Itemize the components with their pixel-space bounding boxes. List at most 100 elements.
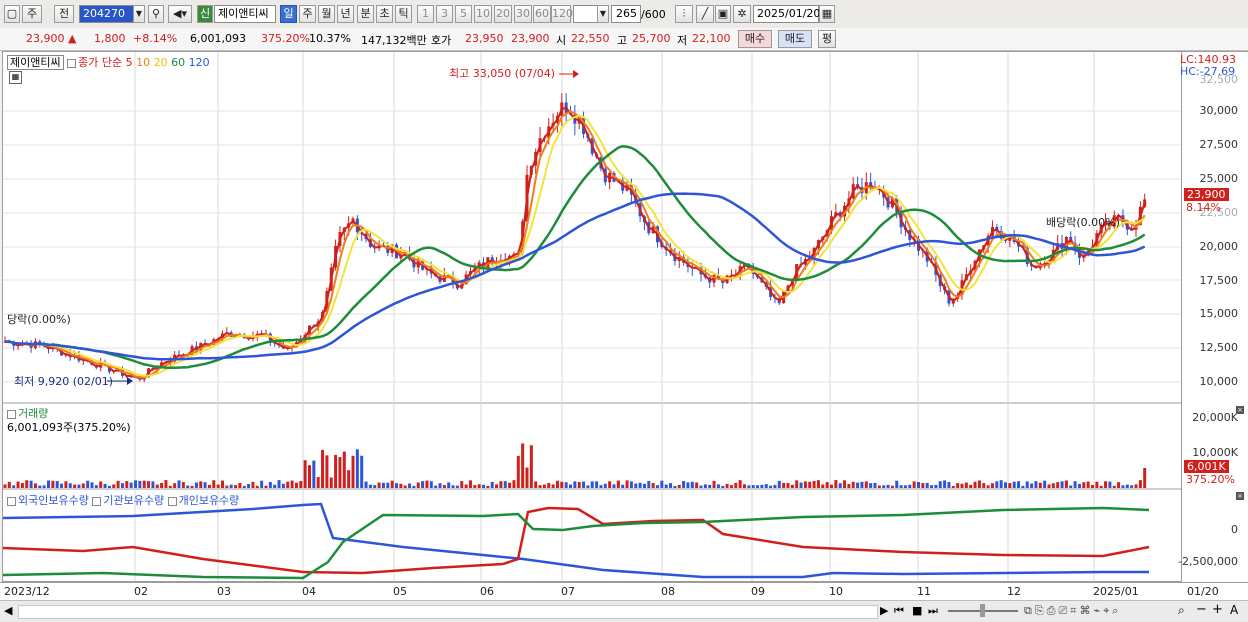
volume-bar <box>16 481 20 488</box>
volume-bar <box>555 480 559 488</box>
interval-1[interactable]: 1 <box>417 5 434 23</box>
count-input[interactable]: 265 <box>611 5 641 23</box>
zoom-out-icon[interactable]: − <box>1196 602 1207 617</box>
legend-foreign: 외국인보유수량 <box>18 494 89 507</box>
prev-button[interactable]: 전 <box>54 5 74 23</box>
tab-day[interactable]: 일 <box>280 5 297 23</box>
volume-bar <box>503 481 507 488</box>
tab-second[interactable]: 초 <box>376 5 393 23</box>
line-icon[interactable]: ╱ <box>696 5 714 23</box>
gear-icon[interactable]: ✲ <box>733 5 751 23</box>
ytick-price: 32,500 <box>1199 73 1239 86</box>
table-icon[interactable]: ▦ <box>9 71 22 84</box>
zoom-icon[interactable]: ⌕ <box>1178 603 1185 618</box>
avg-button[interactable]: 평 <box>818 30 836 48</box>
tab-tick[interactable]: 틱 <box>395 5 412 23</box>
save-icon[interactable]: ▣ <box>715 5 731 23</box>
buy-button[interactable]: 매수 <box>738 30 772 48</box>
volume-bar <box>329 477 333 488</box>
volume-bar <box>1004 482 1007 488</box>
close-icon[interactable]: × <box>1236 406 1244 414</box>
scrollbar-track[interactable] <box>18 605 878 619</box>
volume-bar <box>756 485 760 488</box>
sell-button[interactable]: 매도 <box>778 30 812 48</box>
zoom-in-icon[interactable]: + <box>1212 602 1223 617</box>
xtick: 2023/12 <box>4 585 50 598</box>
volume-bar <box>55 481 59 488</box>
volume-bar <box>921 483 925 488</box>
candle-icon[interactable]: ⫶ <box>675 5 693 23</box>
volume-bar <box>943 480 947 488</box>
xtick: 11 <box>917 585 931 598</box>
current-price: 23,900 <box>26 32 65 45</box>
volume-bar <box>416 482 420 488</box>
volume-bar <box>1091 484 1094 488</box>
price-change: 1,800 <box>94 32 126 45</box>
chart-tools-icons[interactable]: ⧉⎘⎙⎚⌗⌘⌁⌖⌕ <box>1024 604 1121 618</box>
stop-icon[interactable]: ■ <box>912 604 922 617</box>
tab-month[interactable]: 월 <box>318 5 335 23</box>
font-size-icon[interactable]: A <box>1230 603 1238 617</box>
legend-ma10: 10 <box>136 56 151 69</box>
zoom-slider-handle[interactable] <box>980 604 985 617</box>
ytick-price: 27,500 <box>1199 138 1239 151</box>
tab-minute[interactable]: 분 <box>357 5 374 23</box>
rewind-icon[interactable]: ⏮ <box>894 604 904 618</box>
volume-bar <box>194 482 198 488</box>
volume-bar <box>516 455 520 488</box>
volume-bar <box>1064 480 1068 488</box>
fast-forward-icon[interactable]: ⏭ <box>928 604 938 618</box>
volume-bar <box>1030 483 1034 488</box>
interval-3[interactable]: 3 <box>436 5 453 23</box>
volume-bar <box>803 481 807 488</box>
legend-individual: 개인보유수량 <box>178 494 240 507</box>
volume-bar <box>560 481 564 488</box>
volume-bar <box>251 481 255 488</box>
chevron-down-icon[interactable]: ▼ <box>133 5 145 23</box>
close-icon[interactable]: × <box>1236 492 1244 500</box>
chevron-down-icon[interactable]: ▼ <box>597 5 609 23</box>
volume-bar <box>368 484 372 488</box>
volume-bar <box>429 481 433 488</box>
scroll-right-icon[interactable]: ▶ <box>880 604 888 617</box>
interval-10[interactable]: 10 <box>474 5 492 23</box>
volume-bar <box>934 484 938 488</box>
count-max: /600 <box>641 8 666 21</box>
volume-bar <box>608 481 612 488</box>
volume-bar <box>808 481 812 488</box>
chart-area[interactable]: 제이앤티씨 종가 단순 5 10 20 60 120 ▦ 최고 33,050 (… <box>2 51 1182 582</box>
volume-bar <box>616 480 620 488</box>
window-menu-icon[interactable]: ▢ <box>4 5 20 23</box>
volume-bar <box>499 481 503 488</box>
date-input[interactable]: 2025/01/20 <box>753 5 820 23</box>
calendar-icon[interactable]: ▦ <box>819 5 835 23</box>
volume-bar <box>799 482 803 488</box>
speaker-icon[interactable]: ◀▾ <box>168 5 192 23</box>
tab-week[interactable]: 주 <box>299 5 316 23</box>
scroll-left-icon[interactable]: ◀ <box>4 604 12 617</box>
volume-bar <box>856 482 860 488</box>
legend-ma60: 60 <box>171 56 186 69</box>
volume-bar <box>625 480 629 488</box>
legend-square-icon <box>167 496 177 506</box>
interval-60[interactable]: 60 <box>533 5 551 23</box>
new-button[interactable]: 신 <box>197 5 213 23</box>
volume-bar <box>151 481 155 488</box>
volume-bar <box>538 485 542 488</box>
volume-bar <box>573 481 577 488</box>
interval-5[interactable]: 5 <box>455 5 472 23</box>
volume-bar <box>1108 481 1112 488</box>
market-button[interactable]: 주 <box>22 5 42 23</box>
volume-bar <box>725 483 729 488</box>
interval-20[interactable]: 20 <box>494 5 512 23</box>
volume-bar <box>986 485 990 488</box>
volume-bar <box>447 482 451 488</box>
volume-bar <box>690 481 694 488</box>
tab-year[interactable]: 년 <box>337 5 354 23</box>
interval-120[interactable]: 120 <box>551 5 573 23</box>
volume-bar <box>207 484 211 488</box>
legend-stock-name: 제이앤티씨 <box>7 55 64 70</box>
interval-30[interactable]: 30 <box>514 5 532 23</box>
search-icon[interactable]: ⚲ <box>148 5 164 23</box>
volume-bar <box>1138 480 1142 488</box>
